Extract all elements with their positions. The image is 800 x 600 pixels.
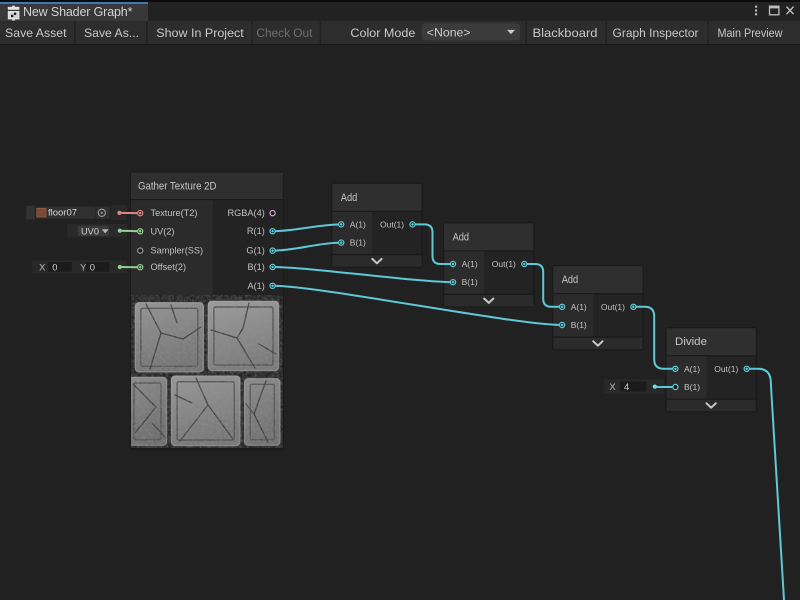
svg-text:Color Mode: Color Mode — [350, 26, 415, 40]
svg-text:Check Out: Check Out — [256, 26, 313, 40]
svg-text:UV0: UV0 — [81, 225, 99, 236]
svg-text:Add: Add — [341, 192, 358, 204]
svg-text:Out(1): Out(1) — [714, 364, 738, 374]
svg-text:Gather Texture 2D: Gather Texture 2D — [138, 180, 217, 192]
svg-text:A(1): A(1) — [350, 219, 366, 229]
svg-text:G(1): G(1) — [246, 246, 264, 256]
svg-text:Add: Add — [562, 274, 579, 286]
svg-text:Sampler(SS): Sampler(SS) — [151, 246, 204, 256]
svg-text:floor07: floor07 — [48, 207, 77, 218]
svg-text:Graph Inspector: Graph Inspector — [613, 26, 699, 40]
svg-text:A(1): A(1) — [571, 302, 587, 312]
svg-text:Save Asset: Save Asset — [5, 26, 67, 40]
svg-text:Out(1): Out(1) — [492, 259, 516, 269]
svg-text:A(1): A(1) — [462, 259, 478, 269]
svg-text:Save As...: Save As... — [84, 26, 139, 40]
svg-text:Blackboard: Blackboard — [533, 26, 598, 40]
svg-text:Offset(2): Offset(2) — [151, 262, 187, 272]
svg-text:Add: Add — [453, 231, 470, 243]
svg-text:Out(1): Out(1) — [380, 219, 404, 229]
svg-text:X: X — [39, 261, 46, 272]
svg-text:A(1): A(1) — [684, 364, 700, 374]
svg-text:0: 0 — [52, 261, 57, 272]
svg-text:Main Preview: Main Preview — [718, 26, 783, 40]
svg-text:RGBA(4): RGBA(4) — [228, 208, 265, 218]
svg-text:Texture(T2): Texture(T2) — [151, 208, 198, 218]
svg-text:B(1): B(1) — [462, 277, 478, 287]
svg-text:Divide: Divide — [675, 336, 707, 348]
svg-text:X: X — [609, 381, 616, 392]
svg-text:R(1): R(1) — [247, 226, 265, 236]
svg-text:B(1): B(1) — [350, 238, 366, 248]
svg-text:Show In Project: Show In Project — [156, 26, 244, 40]
svg-text:A(1): A(1) — [247, 281, 264, 291]
svg-text:UV(2): UV(2) — [151, 226, 175, 236]
svg-text:4: 4 — [624, 381, 629, 392]
svg-text:B(1): B(1) — [684, 382, 700, 392]
svg-text:Out(1): Out(1) — [601, 302, 625, 312]
svg-text:B(1): B(1) — [247, 262, 264, 272]
svg-text:<None>: <None> — [427, 25, 471, 39]
svg-text:B(1): B(1) — [571, 320, 587, 330]
svg-text:0: 0 — [90, 261, 95, 272]
